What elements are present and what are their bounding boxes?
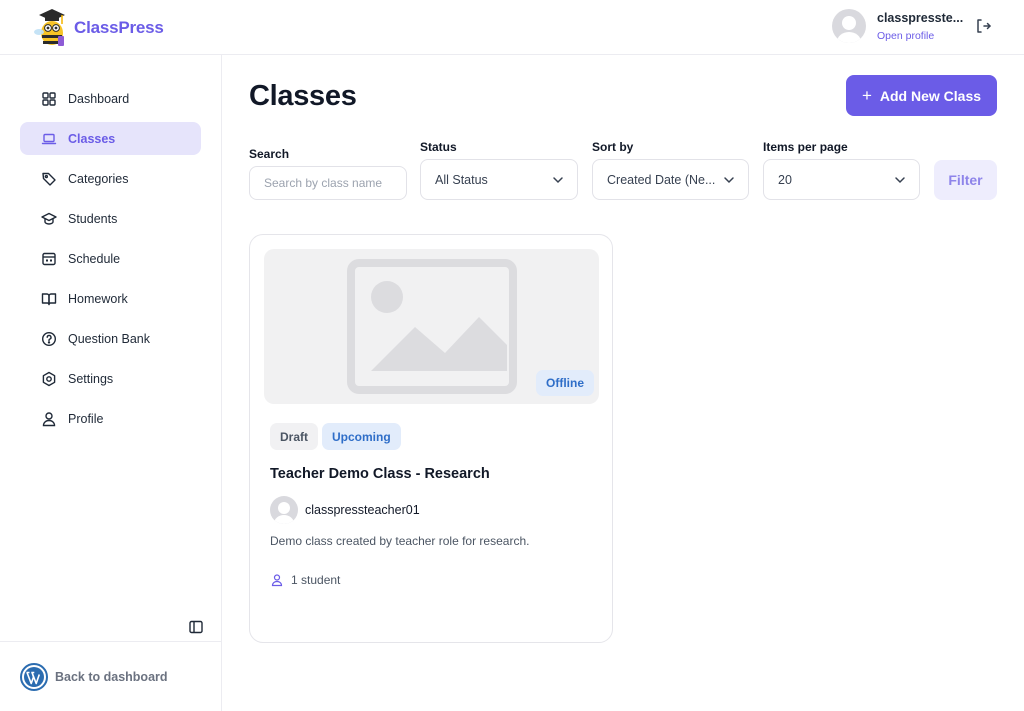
back-to-dashboard-link[interactable]: Back to dashboard <box>0 641 221 711</box>
sidebar-item-label: Homework <box>68 291 128 306</box>
sidebar-item-settings[interactable]: Settings <box>20 362 201 395</box>
filter-button[interactable]: Filter <box>934 160 997 200</box>
status-select[interactable]: All Status <box>420 159 578 200</box>
page-title: Classes <box>249 80 357 112</box>
status-label: Status <box>420 140 457 154</box>
grid-icon <box>42 91 56 106</box>
status-value: All Status <box>435 172 488 187</box>
add-new-class-button[interactable]: + Add New Class <box>846 75 997 116</box>
sidebar-item-schedule[interactable]: Schedule <box>20 242 201 275</box>
status-badges: Draft Upcoming <box>270 423 405 450</box>
sort-value: Created Date (Ne... <box>607 172 716 187</box>
avatar[interactable] <box>832 9 866 43</box>
user-icon <box>42 411 56 426</box>
sidebar-item-profile[interactable]: Profile <box>20 402 201 435</box>
sidebar-item-label: Students <box>68 211 118 226</box>
sidebar-item-label: Profile <box>68 411 104 426</box>
class-thumbnail[interactable]: Offline <box>264 249 599 404</box>
sidebar-collapse-icon[interactable] <box>188 619 204 635</box>
app-root: ClassPress classpresste... Open profile … <box>0 0 1024 711</box>
sidebar-item-classes[interactable]: Classes <box>20 122 201 155</box>
sort-select[interactable]: Created Date (Ne... <box>592 159 749 200</box>
teacher-info: classpressteacher01 <box>270 496 420 524</box>
sidebar-item-students[interactable]: Students <box>20 202 201 235</box>
user-info: classpresste... Open profile <box>877 11 963 42</box>
sidebar: Dashboard Classes Categories Students Sc… <box>0 55 222 711</box>
avatar <box>270 496 298 524</box>
image-placeholder-icon <box>347 259 517 394</box>
user-menu[interactable]: classpresste... Open profile <box>832 6 963 46</box>
class-title[interactable]: Teacher Demo Class - Research <box>270 466 490 482</box>
location-badge: Offline <box>536 370 594 396</box>
logo-text: ClassPress <box>74 18 164 37</box>
top-header: ClassPress classpresste... Open profile <box>0 0 1024 55</box>
items-per-page-value: 20 <box>778 172 792 187</box>
calendar-icon <box>42 252 56 265</box>
sidebar-item-categories[interactable]: Categories <box>20 162 201 195</box>
status-badge-upcoming: Upcoming <box>322 423 401 450</box>
question-circle-icon <box>41 331 57 346</box>
user-icon <box>271 574 283 587</box>
sidebar-item-dashboard[interactable]: Dashboard <box>20 82 201 115</box>
class-card[interactable]: Offline Draft Upcoming Teacher Demo Clas… <box>249 234 613 643</box>
graduation-cap-icon <box>41 212 57 225</box>
plus-icon: + <box>861 85 872 105</box>
wordpress-icon <box>20 662 48 691</box>
search-label: Search <box>249 147 290 161</box>
sort-label: Sort by <box>592 140 634 154</box>
back-to-dashboard-label: Back to dashboard <box>55 669 168 684</box>
student-count: 1 student <box>270 573 340 587</box>
logo[interactable]: ClassPress <box>34 6 164 50</box>
book-icon <box>41 292 57 305</box>
items-per-page-label: Items per page <box>763 140 848 154</box>
status-badge-draft: Draft <box>270 423 319 450</box>
chevron-down-icon <box>553 177 563 184</box>
search-input[interactable]: Search by class name <box>249 166 407 200</box>
sidebar-nav: Dashboard Classes Categories Students Sc… <box>20 82 201 442</box>
add-new-class-label: Add New Class <box>879 87 982 104</box>
open-profile-link[interactable]: Open profile <box>877 30 963 42</box>
sidebar-item-label: Classes <box>68 131 116 146</box>
tag-icon <box>42 172 56 186</box>
items-per-page-select[interactable]: 20 <box>763 159 920 200</box>
gear-icon <box>42 371 56 386</box>
sidebar-item-label: Schedule <box>68 251 121 266</box>
user-name: classpresste... <box>877 10 964 25</box>
sidebar-item-homework[interactable]: Homework <box>20 282 201 315</box>
search-placeholder: Search by class name <box>264 176 383 190</box>
sidebar-item-question-bank[interactable]: Question Bank <box>20 322 201 355</box>
laptop-icon <box>41 133 57 144</box>
student-count-label: 1 student <box>291 573 341 587</box>
sidebar-item-label: Categories <box>68 171 129 186</box>
teacher-name: classpressteacher01 <box>305 503 420 517</box>
bee-mascot-icon <box>34 9 65 46</box>
logout-icon[interactable] <box>974 17 992 35</box>
class-description: Demo class created by teacher role for r… <box>270 534 530 548</box>
sidebar-item-label: Question Bank <box>68 331 150 346</box>
sidebar-item-label: Dashboard <box>68 91 130 106</box>
sidebar-item-label: Settings <box>68 371 114 386</box>
chevron-down-icon <box>895 177 905 184</box>
chevron-down-icon <box>724 177 734 184</box>
